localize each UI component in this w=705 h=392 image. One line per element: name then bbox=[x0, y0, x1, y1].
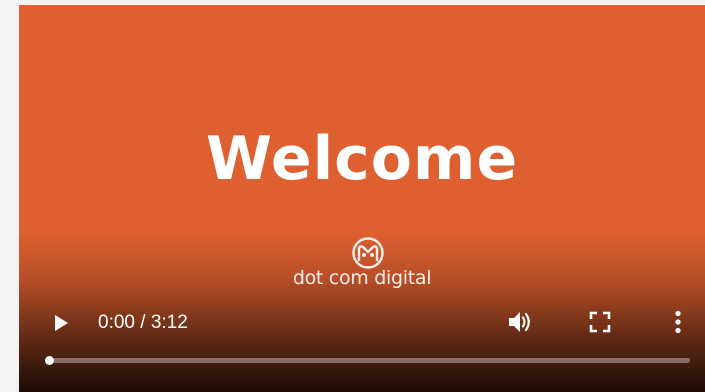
page: Welcome dot com digital 0:00 / 3:12 bbox=[0, 0, 705, 392]
video-controls-bar: 0:00 / 3:12 bbox=[19, 301, 705, 341]
more-options-icon bbox=[675, 310, 681, 334]
current-time: 0:00 bbox=[98, 312, 135, 333]
brand-name: dot com digital bbox=[292, 267, 432, 289]
fullscreen-icon bbox=[589, 311, 611, 333]
time-display: 0:00 / 3:12 bbox=[98, 311, 188, 335]
play-icon bbox=[55, 315, 68, 331]
play-button[interactable] bbox=[47, 309, 75, 337]
dot-com-digital-logo-icon bbox=[352, 237, 384, 269]
volume-icon bbox=[509, 312, 530, 332]
fullscreen-button[interactable] bbox=[585, 307, 615, 337]
more-options-button[interactable] bbox=[667, 307, 689, 337]
video-title-text: Welcome bbox=[205, 124, 519, 194]
progress-bar[interactable] bbox=[45, 356, 690, 365]
volume-button[interactable] bbox=[505, 307, 535, 337]
video-player[interactable]: Welcome dot com digital 0:00 / 3:12 bbox=[19, 5, 705, 392]
time-separator: / bbox=[134, 312, 151, 333]
progress-thumb[interactable] bbox=[45, 356, 54, 365]
duration: 3:12 bbox=[150, 312, 188, 333]
